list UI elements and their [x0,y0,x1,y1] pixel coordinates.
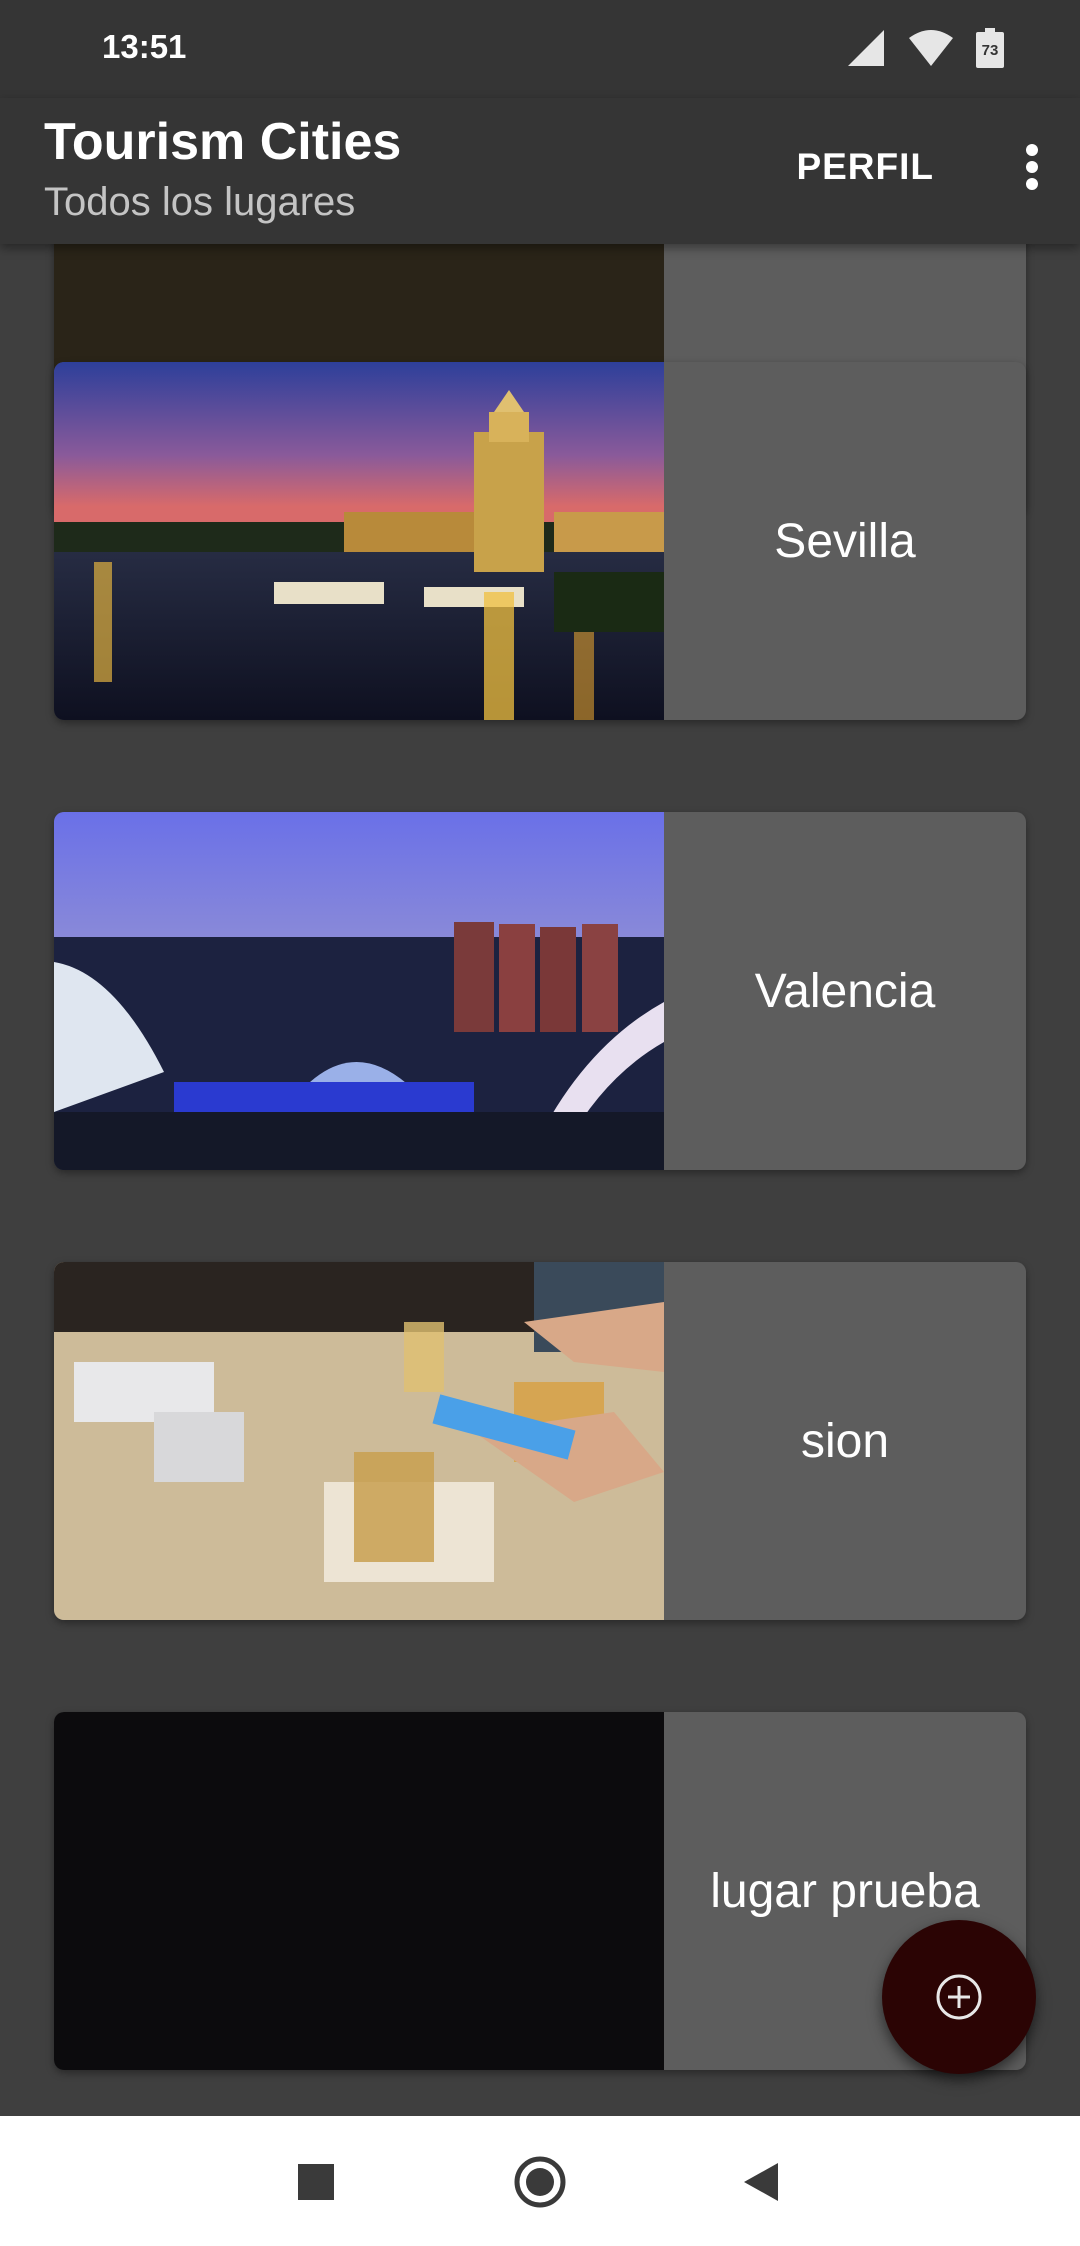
wifi-icon [909,30,953,66]
place-card[interactable]: Valencia [54,812,1026,1170]
app-bar: Tourism Cities Todos los lugares PERFIL [0,98,1080,244]
place-image-table-drinks [54,1262,664,1620]
app-subtitle: Todos los lugares [44,180,356,224]
home-circle-icon[interactable] [510,2152,570,2212]
back-triangle-icon[interactable] [730,2152,790,2212]
place-name: sion [800,1414,890,1468]
battery-level: 73 [981,41,999,59]
place-name: Sevilla [774,514,916,568]
navigation-bar [0,2116,1080,2246]
add-place-button[interactable] [882,1920,1036,2074]
place-name: Valencia [754,964,936,1018]
battery-icon: 73 [976,28,1004,68]
profile-button[interactable]: PERFIL [796,146,934,188]
status-bar: 13:51 73 [0,0,1080,98]
place-card[interactable]: Sevilla [54,362,1026,720]
status-time: 13:51 [102,28,187,65]
place-card[interactable]: sion [54,1262,1026,1620]
signal-icon [848,30,884,66]
more-vert-icon[interactable] [1012,142,1052,192]
app-title: Tourism Cities [44,113,402,171]
place-image-valencia [54,812,664,1170]
add-circle-icon [936,1974,982,2020]
status-icons: 73 [846,28,1004,68]
place-image-placeholder [54,1712,664,2070]
recents-square-icon[interactable] [286,2152,346,2212]
place-card[interactable]: lugar prueba [54,1712,1026,2070]
places-list[interactable]: Sevilla Valencia sion lugar prueba [0,244,1080,2116]
place-image-sevilla [54,362,664,720]
